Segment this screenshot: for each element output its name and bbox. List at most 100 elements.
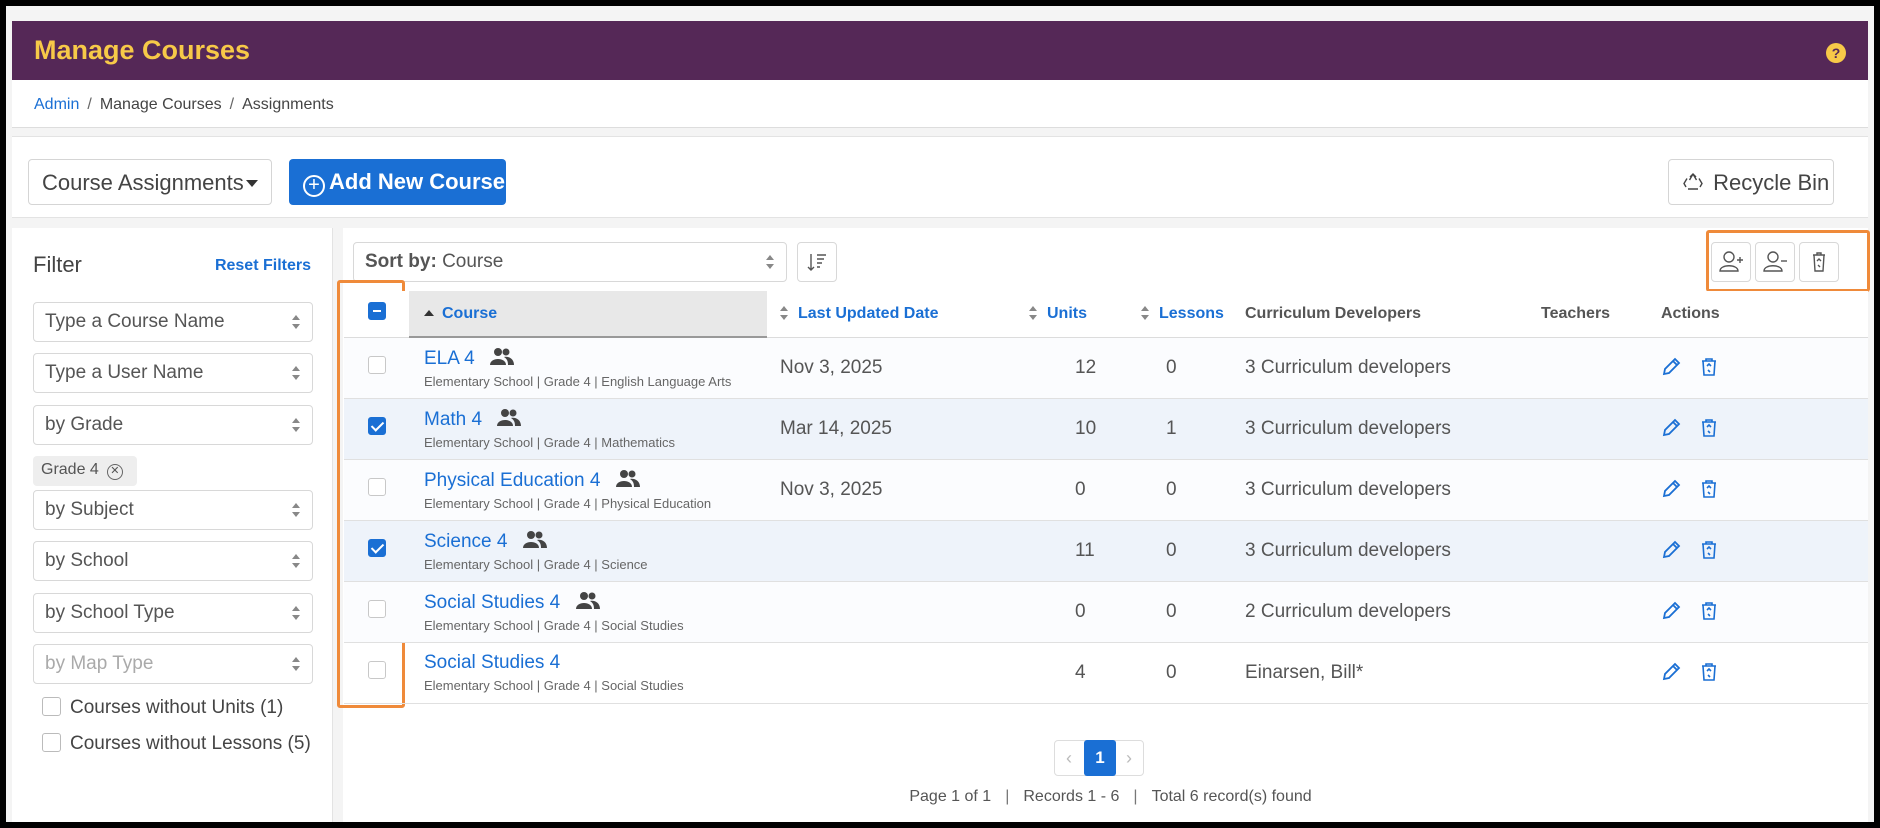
users-icon	[575, 591, 600, 609]
sort-by-select[interactable]: Sort by: Course	[353, 242, 787, 282]
actions-cell	[1661, 459, 1868, 521]
remove-user-button[interactable]	[1755, 242, 1795, 282]
developers-column-header: Curriculum Developers	[1243, 291, 1541, 338]
school-type-filter[interactable]: by School Type	[33, 593, 313, 633]
delete-icon[interactable]	[1700, 418, 1718, 438]
checkbox-icon	[42, 733, 61, 752]
edit-pencil-icon[interactable]	[1661, 540, 1681, 560]
course-cell: Social Studies 4 Elementary School | Gra…	[409, 581, 767, 643]
actions-cell	[1661, 642, 1868, 704]
course-name-link[interactable]: Math 4	[424, 409, 482, 430]
breadcrumb-separator: /	[229, 96, 235, 113]
course-name-link[interactable]: Science 4	[424, 531, 507, 552]
course-column-header[interactable]: Course	[409, 291, 767, 338]
course-name-link[interactable]: Social Studies 4	[424, 652, 560, 673]
developers-cell: 3 Curriculum developers	[1243, 520, 1541, 582]
records-range-text: Records 1 - 6	[1023, 788, 1120, 805]
records-total-text: Total 6 record(s) found	[1151, 788, 1312, 805]
top-toolbar: Course Assignments + Add New Course Recyc…	[12, 136, 1868, 218]
row-checkbox[interactable]	[367, 538, 386, 557]
updown-icon	[292, 503, 300, 517]
teachers-cell	[1541, 581, 1661, 643]
row-checkbox[interactable]	[367, 416, 386, 435]
lessons-column-header[interactable]: Lessons	[1119, 291, 1243, 338]
prev-page-button[interactable]: ‹	[1055, 741, 1083, 775]
delete-icon[interactable]	[1700, 662, 1718, 682]
course-cell: ELA 4 Elementary School | Grade 4 | Engl…	[409, 337, 767, 399]
user-name-filter[interactable]: Type a User Name	[33, 353, 313, 393]
no-units-label: Courses without Units (1)	[70, 697, 284, 718]
add-new-course-label: Add New Course	[329, 169, 506, 194]
school-filter[interactable]: by School	[33, 541, 313, 581]
row-checkbox[interactable]	[367, 355, 386, 374]
updated-column-header[interactable]: Last Updated Date	[767, 291, 1019, 338]
users-icon	[490, 347, 514, 365]
row-checkbox[interactable]	[367, 477, 386, 496]
row-select-cell	[344, 581, 409, 643]
sort-by-label: Sort by:	[365, 251, 437, 272]
help-icon[interactable]: ?	[1826, 43, 1846, 63]
course-name-link[interactable]: Social Studies 4	[424, 592, 560, 613]
bulk-delete-button[interactable]	[1799, 242, 1839, 282]
units-cell: 0	[1019, 581, 1119, 643]
users-icon	[497, 408, 522, 426]
updated-cell: Nov 3, 2025	[767, 459, 1019, 521]
actions-cell	[1661, 337, 1868, 399]
no-lessons-checkbox[interactable]: Courses without Lessons (5)	[42, 733, 311, 755]
recycle-icon	[1683, 173, 1703, 190]
row-checkbox[interactable]	[367, 599, 386, 618]
no-units-checkbox[interactable]: Courses without Units (1)	[42, 697, 283, 719]
units-header-label: Units	[1047, 304, 1087, 322]
edit-pencil-icon[interactable]	[1661, 418, 1681, 438]
sort-icon	[1141, 305, 1149, 320]
updated-cell: Mar 14, 2025	[767, 398, 1019, 460]
remove-chip-icon[interactable]: ✕	[106, 464, 123, 480]
reset-filters-link[interactable]: Reset Filters	[215, 257, 311, 275]
updown-icon	[766, 255, 774, 269]
breadcrumb-admin-link[interactable]: Admin	[34, 96, 79, 113]
teachers-column-header: Teachers	[1541, 291, 1661, 338]
developers-cell: 3 Curriculum developers	[1243, 337, 1541, 399]
course-cell: Physical Education 4 Elementary School |…	[409, 459, 767, 521]
map-type-filter[interactable]: by Map Type	[33, 644, 313, 684]
caret-down-icon	[246, 180, 258, 187]
recycle-bin-button[interactable]: Recycle Bin	[1668, 159, 1834, 205]
next-page-button[interactable]: ›	[1115, 741, 1143, 775]
grade-filter[interactable]: by Grade	[33, 405, 313, 445]
page-title: Manage Courses	[34, 35, 251, 65]
course-meta: Elementary School | Grade 4 | Science	[424, 556, 648, 572]
table-header-row: Course Last Updated Date Units Lessons C…	[344, 291, 1868, 338]
course-name-link[interactable]: ELA 4	[424, 348, 475, 369]
edit-pencil-icon[interactable]	[1661, 357, 1681, 377]
pagination-divider: |	[1005, 788, 1010, 805]
delete-icon[interactable]	[1700, 540, 1718, 560]
row-checkbox[interactable]	[367, 660, 386, 679]
developers-header-label: Curriculum Developers	[1245, 304, 1422, 322]
course-name-filter[interactable]: Type a Course Name	[33, 302, 313, 342]
delete-icon[interactable]	[1700, 479, 1718, 499]
grade-filter-label: by Grade	[45, 414, 124, 435]
view-selector-label: Course Assignments	[42, 170, 244, 195]
delete-icon[interactable]	[1700, 357, 1718, 377]
edit-pencil-icon[interactable]	[1661, 479, 1681, 499]
units-column-header[interactable]: Units	[1019, 291, 1119, 338]
subject-filter[interactable]: by Subject	[33, 490, 313, 530]
units-cell: 11	[1019, 520, 1119, 582]
page-1-button[interactable]: 1	[1084, 740, 1116, 776]
edit-pencil-icon[interactable]	[1661, 601, 1681, 621]
lessons-cell: 0	[1119, 581, 1243, 643]
table-row: ELA 4 Elementary School | Grade 4 | Engl…	[344, 337, 1868, 399]
course-meta: Elementary School | Grade 4 | Physical E…	[424, 495, 712, 511]
delete-icon[interactable]	[1700, 601, 1718, 621]
select-all-checkbox[interactable]	[367, 302, 386, 321]
add-new-course-button[interactable]: + Add New Course	[289, 159, 506, 205]
edit-pencil-icon[interactable]	[1661, 662, 1681, 682]
lessons-cell: 1	[1119, 398, 1243, 460]
sort-direction-button[interactable]	[797, 242, 837, 282]
view-selector-dropdown[interactable]: Course Assignments	[28, 159, 272, 205]
users-icon	[522, 530, 547, 548]
remove-user-icon	[1763, 251, 1787, 272]
course-name-link[interactable]: Physical Education 4	[424, 470, 600, 491]
add-user-button[interactable]	[1711, 242, 1751, 282]
updated-cell	[767, 520, 1019, 582]
